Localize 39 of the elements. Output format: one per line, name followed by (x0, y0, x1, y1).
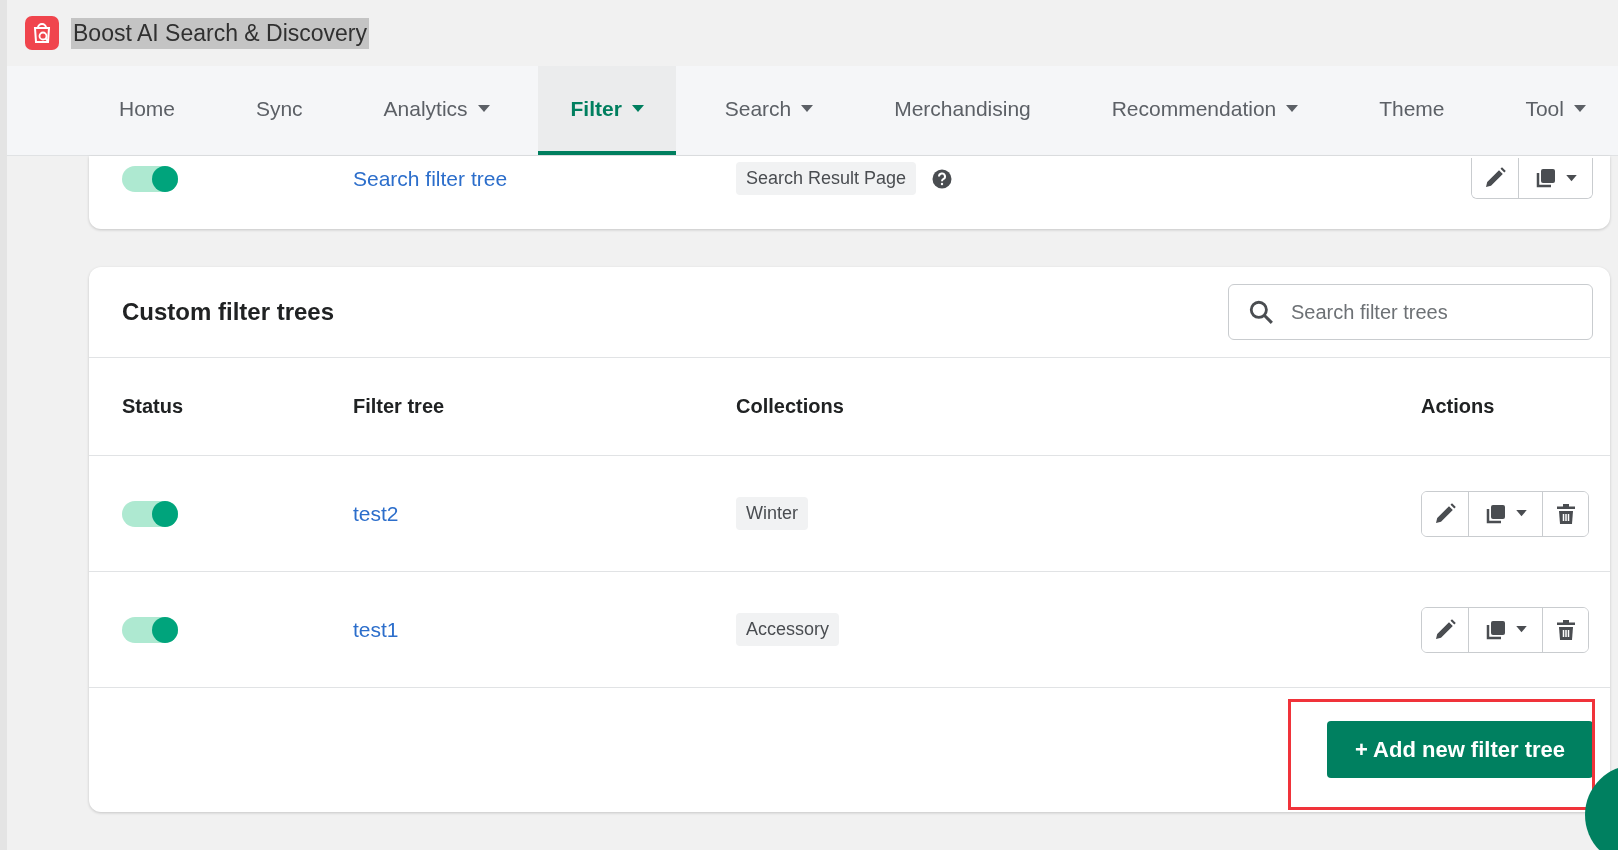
search-icon (1248, 299, 1274, 325)
nav-tab[interactable]: Theme (1347, 66, 1477, 155)
toggle-switch[interactable] (122, 165, 178, 192)
column-header: Collections (736, 395, 844, 418)
nav-tab[interactable]: Analytics (351, 66, 522, 155)
app-title: Boost AI Search & Discovery (71, 17, 369, 49)
delete-button[interactable] (1542, 491, 1588, 536)
section-title: Custom filter trees (122, 298, 335, 326)
help-icon[interactable] (932, 168, 953, 189)
caret-icon (1566, 174, 1577, 182)
column-header: Filter tree (353, 395, 445, 418)
delete-button[interactable] (1542, 607, 1588, 652)
column-header: Actions (1421, 395, 1495, 418)
nav-tab[interactable]: Tool (1493, 66, 1618, 155)
filter-tree-link[interactable]: Search filter tree (353, 166, 508, 191)
toggle-switch[interactable] (122, 616, 178, 643)
nav-tab[interactable]: Recommendation (1079, 66, 1331, 155)
collection-tag: Winter (736, 497, 808, 530)
copy-icon (1534, 166, 1558, 190)
duplicate-button[interactable] (1518, 158, 1592, 198)
caret-icon (1516, 510, 1527, 517)
app-logo-icon (25, 16, 59, 50)
add-filter-tree-button[interactable]: + Add new filter tree (1327, 721, 1593, 778)
pencil-icon (1483, 166, 1507, 190)
nav-tab[interactable]: Merchandising (862, 66, 1063, 155)
collection-tag: Accessory (736, 613, 840, 646)
nav-tab[interactable]: Sync (223, 66, 335, 155)
pencil-icon (1433, 617, 1457, 642)
filter-tree-link[interactable]: test2 (353, 501, 399, 526)
page-tag: Search Result Page (736, 162, 917, 195)
filter-tree-link[interactable]: test1 (353, 617, 399, 642)
nav-tab[interactable]: Search (692, 66, 846, 155)
toggle-switch[interactable] (122, 500, 178, 527)
nav-tab[interactable]: Home (87, 66, 208, 155)
search-field[interactable]: Search filter trees (1228, 284, 1593, 340)
caret-icon (1516, 626, 1527, 633)
nav-tab[interactable]: Filter (538, 66, 676, 155)
pencil-icon (1433, 501, 1457, 526)
column-header: Status (122, 395, 184, 418)
